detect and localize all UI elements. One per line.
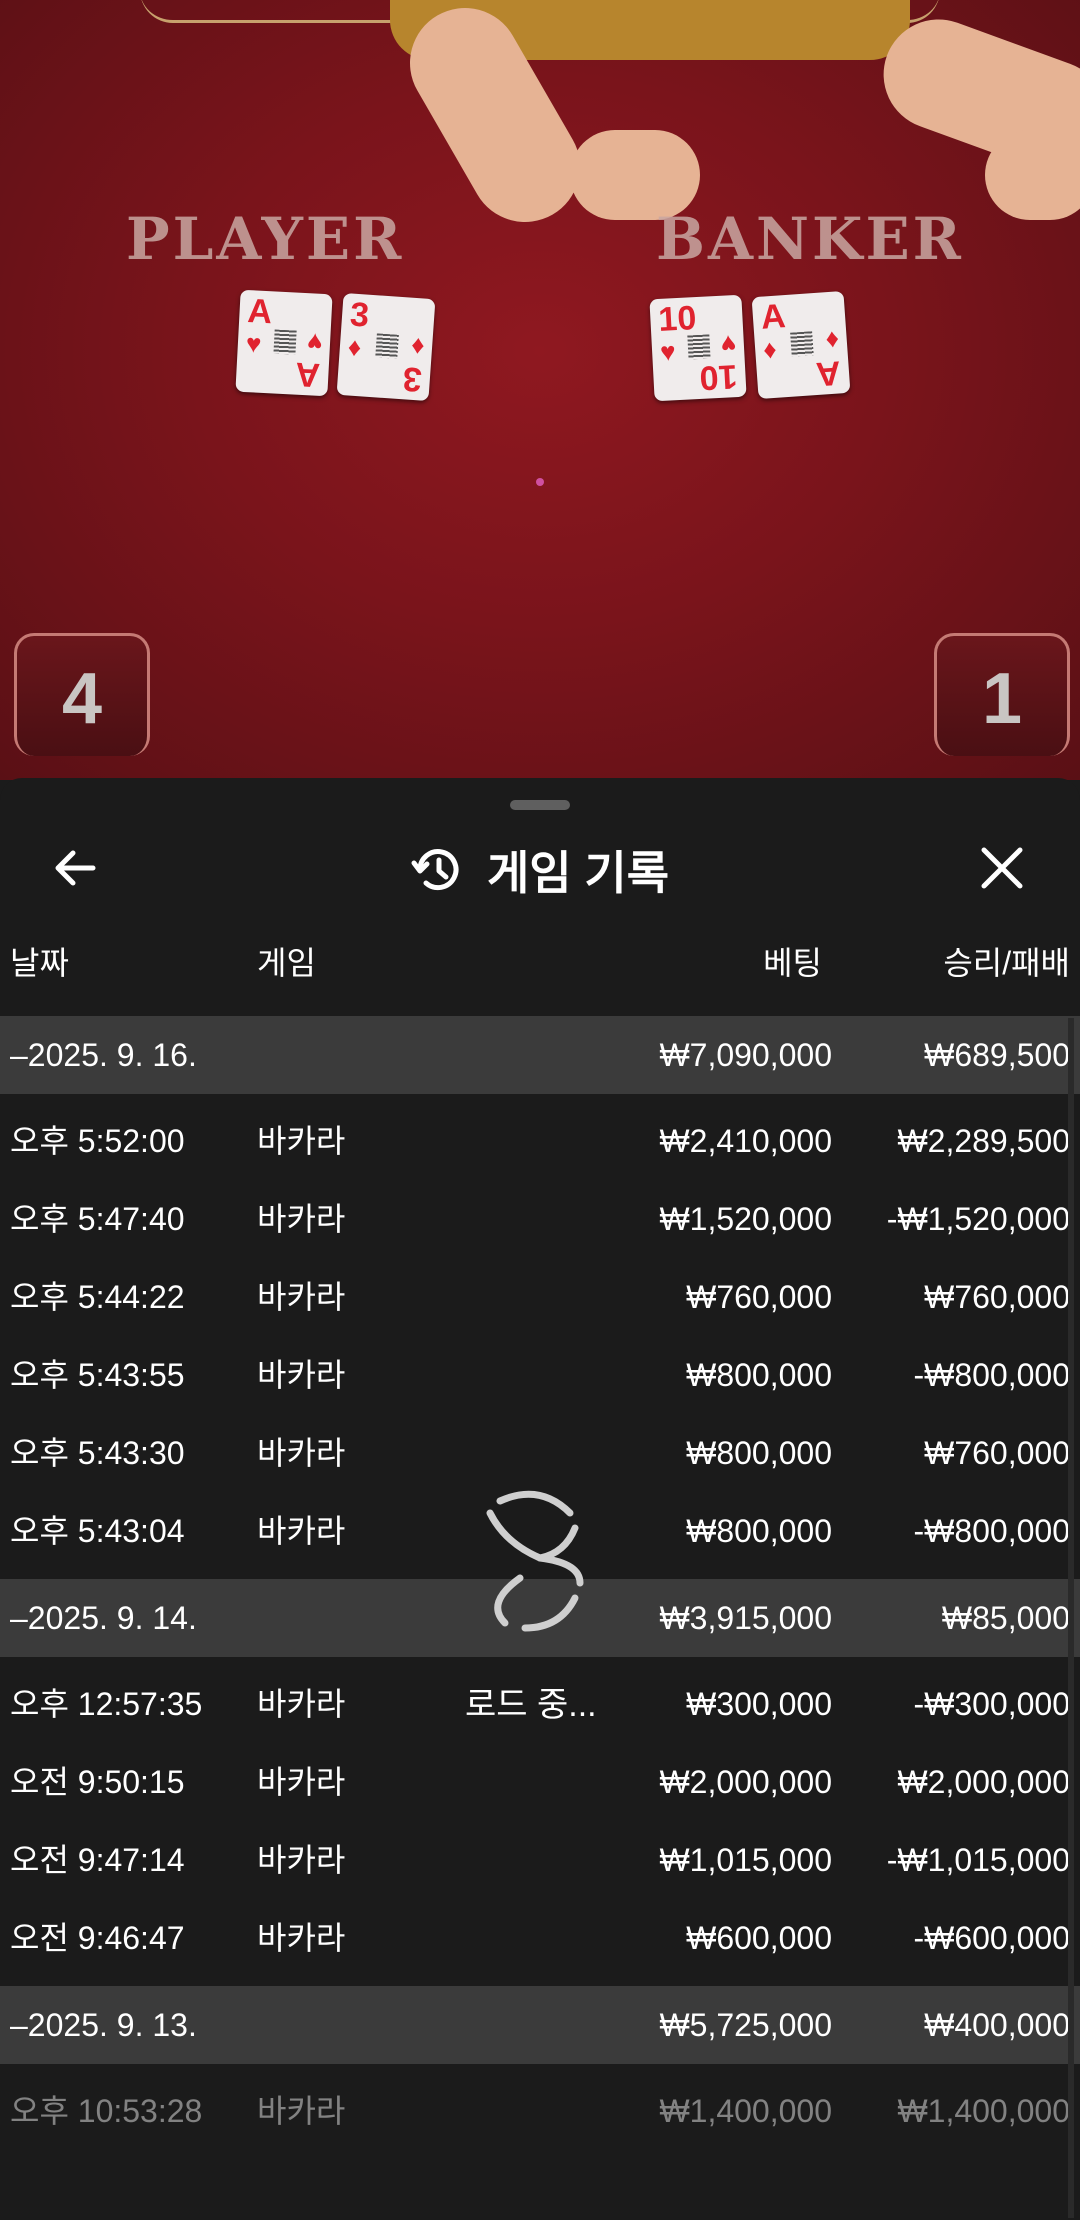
player-score: 4 [61, 659, 103, 739]
table-row[interactable]: 오후 5:44:22 바카라 ₩760,000 ₩760,000 [0, 1258, 1080, 1336]
banker-card-1: 10 ♥ 10 ♥ [649, 294, 747, 402]
table-row[interactable]: 오후 5:52:00 바카라 ₩2,410,000 ₩2,289,500 [0, 1102, 1080, 1180]
column-header-date: 날짜 [10, 945, 69, 981]
spinner-icon [486, 1490, 584, 1632]
date-group-header[interactable]: –2025. 9. 16. ₩7,090,000 ₩689,500 [0, 1016, 1080, 1094]
sheet-header: 게임 기록 [0, 830, 1080, 910]
column-header-result: 승리/패배 [943, 945, 1070, 981]
date-group-header[interactable]: –2025. 9. 13. ₩5,725,000 ₩400,000 [0, 1986, 1080, 2064]
table-row[interactable]: 오전 9:50:15 바카라 ₩2,000,000 ₩2,000,000 [0, 1743, 1080, 1821]
player-label: PLAYER [126, 205, 405, 273]
history-icon [411, 849, 459, 891]
live-video-feed: PLAYER BANKER A ♥ A ♥ 3 ♦ 3 ♦ 10 ♥ 10 ♥ A ♦ A ♦ … [0, 0, 1080, 780]
banker-label: BANKER [656, 205, 964, 273]
close-button[interactable] [972, 838, 1032, 898]
dealer-right-hand [985, 130, 1080, 220]
player-card-1: A ♥ A ♥ [235, 289, 333, 397]
table-row[interactable]: 오후 5:43:55 바카라 ₩800,000 -₩800,000 [0, 1336, 1080, 1414]
table-row[interactable]: 오후 5:43:30 바카라 ₩800,000 ₩760,000 [0, 1414, 1080, 1492]
banker-score-box: 1 [934, 633, 1070, 756]
scrollbar[interactable] [1068, 1018, 1074, 2218]
table-row[interactable]: 오전 9:46:47 바카라 ₩600,000 -₩600,000 [0, 1899, 1080, 1977]
table-row[interactable]: 오전 9:47:14 바카라 ₩1,015,000 -₩1,015,000 [0, 1821, 1080, 1899]
loading-text: 로드 중... [465, 1686, 597, 1724]
close-icon [981, 847, 1023, 889]
column-header-bet: 베팅 [763, 945, 822, 981]
player-score-box: 4 [14, 633, 150, 756]
banker-score: 1 [981, 659, 1023, 739]
drag-handle[interactable] [510, 800, 570, 810]
banker-card-2: A ♦ A ♦ [751, 290, 851, 400]
player-card-2: 3 ♦ 3 ♦ [336, 292, 436, 402]
column-header-game: 게임 [257, 945, 316, 981]
table-row[interactable]: 오후 10:53:28 바카라 ₩1,400,000 ₩1,400,000 [0, 2072, 1080, 2150]
page-title: 게임 기록 [486, 847, 670, 899]
table-marker-dot [536, 478, 544, 486]
table-row[interactable]: 오후 5:47:40 바카라 ₩1,520,000 -₩1,520,000 [0, 1180, 1080, 1258]
